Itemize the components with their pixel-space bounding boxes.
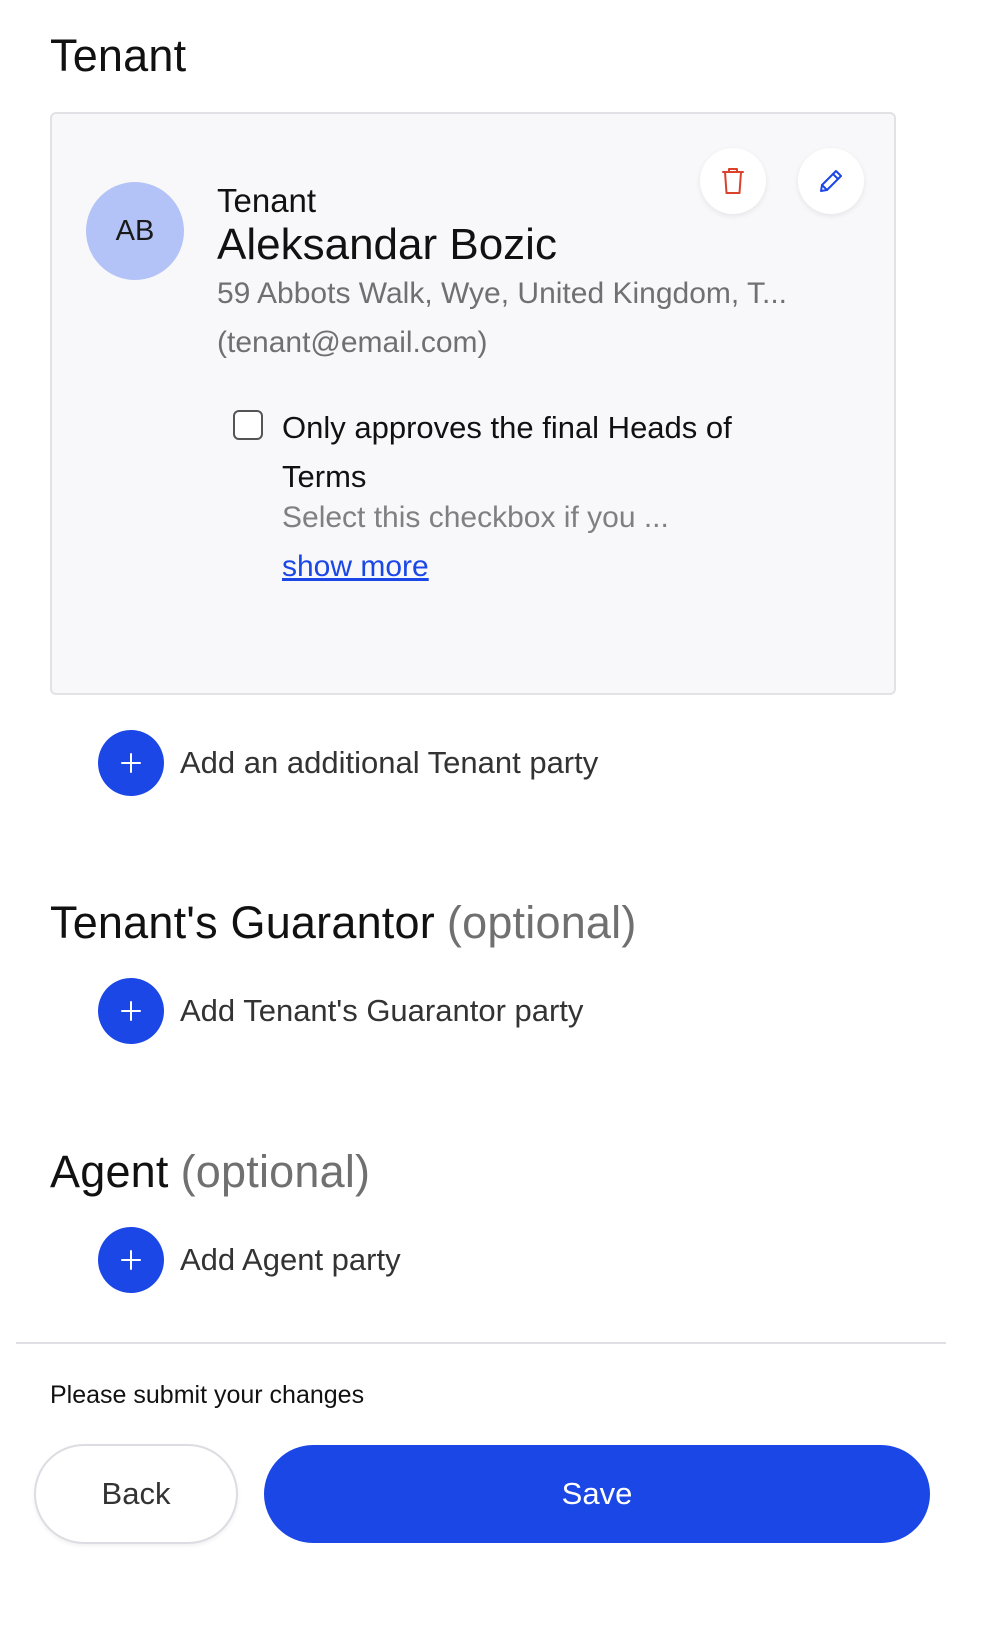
add-circle	[98, 978, 164, 1044]
add-circle	[98, 730, 164, 796]
optional-tag: (optional)	[180, 1146, 371, 1197]
avatar-initials: AB	[115, 214, 155, 247]
tenant-section-title: Tenant	[50, 30, 186, 82]
party-name: Aleksandar Bozic	[217, 220, 557, 269]
add-agent-party-label: Add Agent party	[180, 1242, 401, 1277]
party-address: 59 Abbots Walk, Wye, United Kingdom, T..…	[217, 277, 787, 310]
save-button[interactable]: Save	[264, 1445, 930, 1543]
trash-icon	[722, 168, 744, 194]
show-more-link[interactable]: show more	[282, 550, 429, 584]
checkbox-label: Only approves the final Heads of Terms	[282, 410, 732, 494]
checkbox-description: Select this checkbox if you ...	[282, 501, 669, 534]
avatar: AB	[86, 182, 184, 280]
guarantor-section-title: Tenant's Guarantor (optional)	[50, 897, 637, 949]
add-tenant-party-label: Add an additional Tenant party	[180, 745, 599, 780]
add-guarantor-party-button[interactable]: Add Tenant's Guarantor party	[98, 978, 583, 1044]
plus-icon	[121, 1001, 141, 1021]
tenant-party-card: AB Tenant Aleksandar Bozic 59 Abbots Wal…	[50, 112, 896, 695]
add-guarantor-party-label: Add Tenant's Guarantor party	[180, 993, 584, 1028]
save-button-label: Save	[561, 1476, 633, 1511]
guarantor-title-text: Tenant's Guarantor	[50, 897, 435, 948]
footer-divider	[16, 1342, 946, 1344]
add-tenant-party-button[interactable]: Add an additional Tenant party	[98, 730, 598, 796]
approves-final-hot-checkbox[interactable]	[233, 410, 263, 440]
party-email: (tenant@email.com)	[217, 326, 488, 359]
tenant-title-text: Tenant	[50, 30, 187, 81]
optional-tag: (optional)	[446, 897, 637, 948]
back-button-label: Back	[101, 1476, 171, 1511]
pencil-icon	[820, 170, 842, 192]
plus-icon	[121, 1250, 141, 1270]
add-agent-party-button[interactable]: Add Agent party	[98, 1227, 401, 1293]
delete-party-button[interactable]	[700, 148, 766, 214]
party-role: Tenant	[217, 182, 317, 219]
plus-icon	[121, 753, 141, 773]
agent-title-text: Agent	[50, 1146, 169, 1197]
submit-note: Please submit your changes	[50, 1381, 365, 1409]
back-button[interactable]: Back	[34, 1444, 238, 1544]
add-circle	[98, 1227, 164, 1293]
edit-party-button[interactable]	[798, 148, 864, 214]
agent-section-title: Agent (optional)	[50, 1146, 370, 1198]
